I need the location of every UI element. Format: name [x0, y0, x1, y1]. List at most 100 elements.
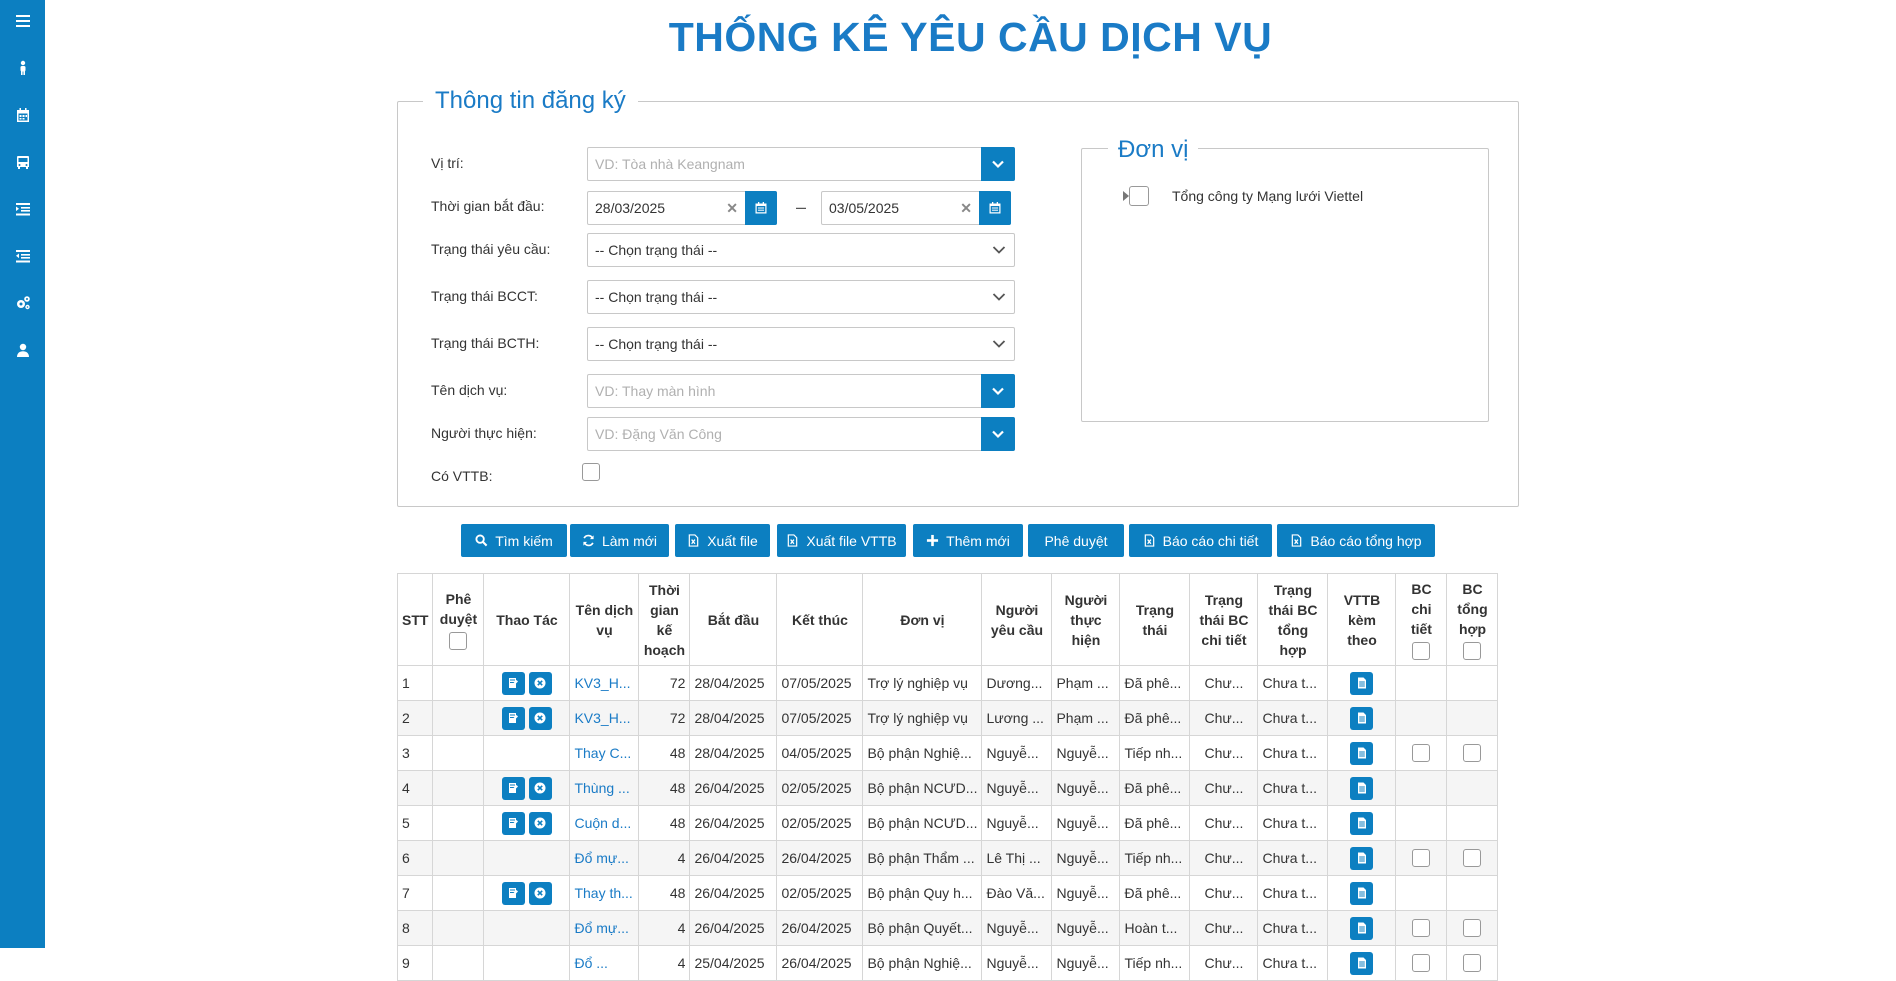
- clear-icon[interactable]: ✕: [960, 200, 972, 217]
- approve-button[interactable]: Phê duyệt: [1028, 524, 1124, 557]
- cell-status: Đã phê...: [1119, 875, 1191, 911]
- document-icon[interactable]: [1350, 951, 1374, 975]
- cancel-icon[interactable]: [528, 881, 552, 905]
- cancel-icon[interactable]: [528, 671, 552, 695]
- location-combobox[interactable]: VD: Tòa nhà Keangnam: [587, 147, 1015, 181]
- sidebar: [0, 0, 45, 948]
- clear-icon[interactable]: ✕: [726, 200, 738, 217]
- document-icon[interactable]: [1350, 706, 1374, 730]
- cell-performer: Nguyễ...: [1051, 735, 1121, 771]
- start-time-label: Thời gian bắt đầu:: [431, 198, 545, 214]
- bc-detail-checkbox[interactable]: [1412, 849, 1431, 868]
- bc-summary-checkbox[interactable]: [1463, 744, 1482, 763]
- service-name-label: Tên dịch vụ:: [431, 382, 508, 398]
- performer-combobox[interactable]: VD: Đặng Văn Công: [587, 417, 1015, 451]
- cell-end: 26/04/2025: [776, 840, 864, 876]
- start-date-from-input[interactable]: 28/03/2025 ✕: [587, 191, 777, 225]
- table-row[interactable]: 4 Thùng ... 48 26/04/2025 02/05/2025 Bộ phận …: [396, 770, 1499, 806]
- cell-service-name[interactable]: KV3_H...: [569, 700, 640, 736]
- cell-bcth-status: Chưa t...: [1257, 840, 1329, 876]
- gears-icon[interactable]: [0, 291, 45, 315]
- add-new-button[interactable]: Thêm mới: [913, 524, 1023, 557]
- user-icon[interactable]: [0, 338, 45, 362]
- cell-plan-time: 72: [638, 700, 691, 736]
- bc-summary-checkbox[interactable]: [1463, 919, 1482, 938]
- document-icon[interactable]: [1350, 811, 1374, 835]
- export-file-button[interactable]: Xuất file: [675, 524, 770, 557]
- search-button[interactable]: Tìm kiếm: [461, 524, 567, 557]
- document-icon[interactable]: [1350, 916, 1374, 940]
- chevron-down-icon[interactable]: [981, 147, 1015, 181]
- edit-icon[interactable]: [501, 776, 525, 800]
- cell-service-name[interactable]: Cuộn d...: [569, 805, 640, 841]
- calendar-icon[interactable]: [979, 191, 1011, 225]
- table-row[interactable]: 1 KV3_H... 72 28/04/2025 07/05/2025 Trợ lý ng…: [396, 665, 1499, 701]
- document-icon[interactable]: [1350, 671, 1374, 695]
- cell-end: 26/04/2025: [776, 945, 864, 981]
- document-icon[interactable]: [1350, 881, 1374, 905]
- cell-performer: Nguyễ...: [1051, 805, 1121, 841]
- bus-icon[interactable]: [0, 150, 45, 174]
- person-icon[interactable]: [0, 56, 45, 80]
- cell-end: 04/05/2025: [776, 735, 864, 771]
- start-date-to-value: 03/05/2025: [829, 200, 900, 216]
- cancel-icon[interactable]: [528, 706, 552, 730]
- cell-service-name[interactable]: Đổ mự...: [569, 910, 640, 946]
- detail-report-button[interactable]: Báo cáo chi tiết: [1129, 524, 1272, 557]
- table-row[interactable]: 8 Đổ mự... 4 26/04/2025 26/04/2025 Bộ phận Qu…: [396, 910, 1499, 946]
- cell-service-name[interactable]: Đổ ...: [569, 945, 640, 981]
- has-vttb-checkbox[interactable]: [582, 463, 600, 481]
- bc-detail-all-checkbox[interactable]: [1412, 641, 1431, 660]
- table-row[interactable]: 5 Cuộn d... 48 26/04/2025 02/05/2025 Bộ phận …: [396, 805, 1499, 841]
- summary-report-button[interactable]: Báo cáo tổng hợp: [1277, 524, 1435, 557]
- bc-detail-checkbox[interactable]: [1412, 954, 1431, 973]
- edit-icon[interactable]: [501, 881, 525, 905]
- table-row[interactable]: 2 KV3_H... 72 28/04/2025 07/05/2025 Trợ lý ng…: [396, 700, 1499, 736]
- table-row[interactable]: 7 Thay th... 48 26/04/2025 02/05/2025 Bộ phận…: [396, 875, 1499, 911]
- calendar-icon[interactable]: [745, 191, 777, 225]
- bc-summary-checkbox[interactable]: [1463, 849, 1482, 868]
- cancel-icon[interactable]: [528, 811, 552, 835]
- bc-detail-checkbox[interactable]: [1412, 744, 1431, 763]
- calendar-icon[interactable]: [0, 103, 45, 127]
- refresh-button[interactable]: Làm mới: [570, 524, 669, 557]
- bc-detail-checkbox[interactable]: [1412, 919, 1431, 938]
- cell-requester: Nguyễ...: [981, 945, 1053, 981]
- table-row[interactable]: 6 Đổ mự... 4 26/04/2025 26/04/2025 Bộ phận Th…: [396, 840, 1499, 876]
- bcth-status-select[interactable]: -- Chọn trạng thái --: [587, 327, 1015, 361]
- cell-service-name[interactable]: Thay C...: [569, 735, 640, 771]
- cell-status: Tiếp nh...: [1119, 735, 1191, 771]
- edit-icon[interactable]: [501, 706, 525, 730]
- list-indent-icon[interactable]: [0, 197, 45, 221]
- cell-start: 26/04/2025: [689, 875, 778, 911]
- file-excel-icon: [688, 534, 699, 547]
- tree-node-checkbox[interactable]: [1129, 186, 1149, 206]
- menu-icon[interactable]: [0, 9, 45, 33]
- table-row[interactable]: 9 Đổ ... 4 25/04/2025 26/04/2025 Bộ phận Nghi…: [396, 945, 1499, 981]
- cell-service-name[interactable]: Thay th...: [569, 875, 640, 911]
- bc-summary-checkbox[interactable]: [1463, 954, 1482, 973]
- cell-bcct-status: Chư...: [1189, 665, 1259, 701]
- chevron-down-icon[interactable]: [981, 417, 1015, 451]
- bcct-status-select[interactable]: -- Chọn trạng thái --: [587, 280, 1015, 314]
- edit-icon[interactable]: [501, 671, 525, 695]
- export-vttb-button[interactable]: Xuất file VTTB: [777, 524, 906, 557]
- approve-all-checkbox[interactable]: [449, 631, 468, 650]
- table-row[interactable]: 3 Thay C... 48 28/04/2025 04/05/2025 Bộ phận …: [396, 735, 1499, 771]
- document-icon[interactable]: [1350, 741, 1374, 765]
- document-icon[interactable]: [1350, 776, 1374, 800]
- header-service-name: Tên dịch vụ: [569, 573, 640, 666]
- cell-service-name[interactable]: Thùng ...: [569, 770, 640, 806]
- list-outdent-icon[interactable]: [0, 244, 45, 268]
- service-name-combobox[interactable]: VD: Thay màn hình: [587, 374, 1015, 408]
- cell-service-name[interactable]: KV3_H...: [569, 665, 640, 701]
- chevron-down-icon[interactable]: [981, 374, 1015, 408]
- edit-icon[interactable]: [501, 811, 525, 835]
- cell-service-name[interactable]: Đổ mự...: [569, 840, 640, 876]
- start-date-to-input[interactable]: 03/05/2025 ✕: [821, 191, 1011, 225]
- cancel-icon[interactable]: [528, 776, 552, 800]
- bc-summary-all-checkbox[interactable]: [1463, 641, 1482, 660]
- request-status-select[interactable]: -- Chọn trạng thái --: [587, 233, 1015, 267]
- document-icon[interactable]: [1350, 846, 1374, 870]
- tree-node-label[interactable]: Tổng công ty Mạng lưới Viettel: [1172, 188, 1363, 204]
